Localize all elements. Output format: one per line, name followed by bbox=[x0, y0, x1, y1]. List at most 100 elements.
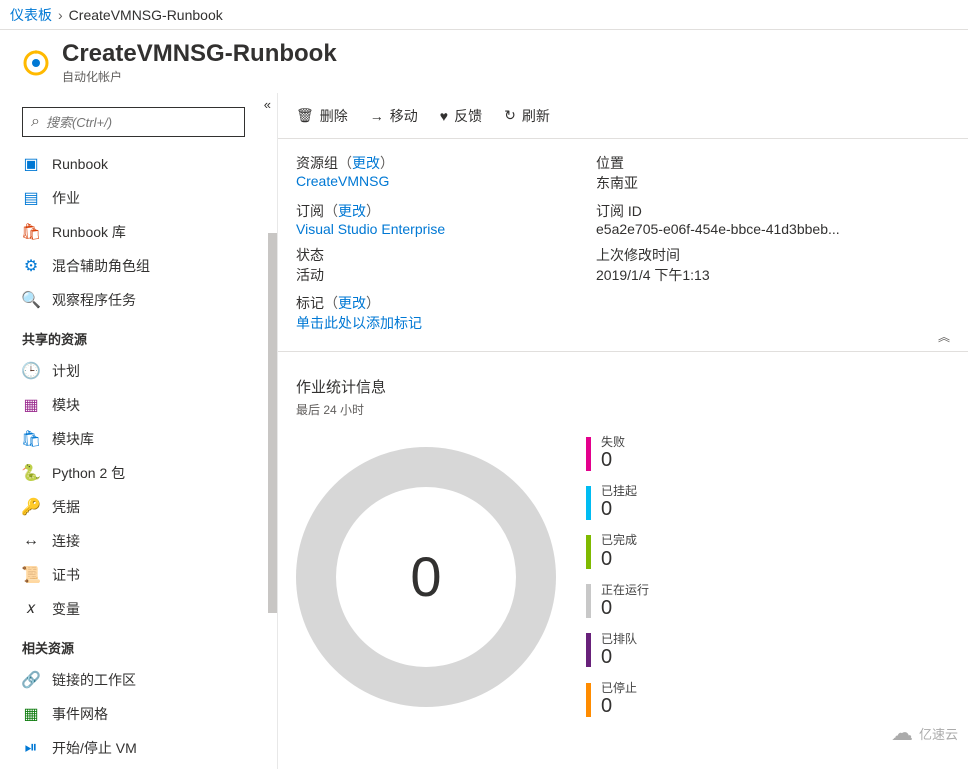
essentials-collapse-button[interactable]: ︽ bbox=[938, 328, 950, 345]
sidebar-item-label: 模块库 bbox=[52, 429, 94, 449]
page-header: CreateVMNSG-Runbook 自动化帐户 bbox=[0, 30, 968, 93]
sidebar-item-modules-gallery[interactable]: 🛍 模块库 bbox=[0, 422, 277, 456]
cloud-icon: ☁ bbox=[891, 720, 913, 746]
location-value: 东南亚 bbox=[596, 173, 950, 193]
sidebar-item-modules[interactable]: ▦模块 bbox=[0, 388, 277, 422]
legend-item[interactable]: 已完成0 bbox=[586, 534, 649, 569]
breadcrumb-root[interactable]: 仪表板 bbox=[10, 5, 52, 25]
legend-item[interactable]: 已排队0 bbox=[586, 633, 649, 668]
resource-group-value[interactable]: CreateVMNSG bbox=[296, 173, 389, 189]
modules-gallery-icon: 🛍 bbox=[22, 430, 40, 448]
refresh-button[interactable]: ↻刷新 bbox=[504, 106, 550, 126]
jobs-icon: ▤ bbox=[22, 189, 40, 207]
feedback-button[interactable]: ♥反馈 bbox=[440, 106, 482, 126]
legend-value: 0 bbox=[601, 548, 637, 570]
stats-subtitle: 最后 24 小时 bbox=[296, 401, 950, 418]
essentials-panel: 资源组（更改） CreateVMNSG 位置 东南亚 订阅（更改） Visual… bbox=[278, 139, 968, 352]
add-tags-link[interactable]: 单击此处以添加标记 bbox=[296, 315, 422, 331]
legend-color-bar bbox=[586, 535, 591, 569]
sidebar-section-shared: 共享的资源 bbox=[0, 317, 277, 354]
sidebar-item-variables[interactable]: 𝑥变量 bbox=[0, 592, 277, 626]
legend-value: 0 bbox=[601, 449, 625, 471]
subscription-value[interactable]: Visual Studio Enterprise bbox=[296, 221, 445, 237]
legend-label: 已停止 bbox=[601, 682, 637, 695]
legend-color-bar bbox=[586, 683, 591, 717]
sidebar-item-label: Python 2 包 bbox=[52, 463, 125, 483]
subscription-label: 订阅 bbox=[296, 203, 324, 219]
sidebar-item-label: 凭据 bbox=[52, 497, 80, 517]
sidebar-item-label: 链接的工作区 bbox=[52, 670, 136, 690]
last-modified-value: 2019/1/4 下午1:13 bbox=[596, 265, 950, 285]
breadcrumb-current: CreateVMNSG-Runbook bbox=[69, 7, 223, 23]
startstop-vm-icon: ⏯ bbox=[22, 739, 40, 757]
donut-total: 0 bbox=[336, 487, 516, 667]
hybrid-worker-icon: ⚙ bbox=[22, 257, 40, 275]
toolbar: 🗑删除 →移动 ♥反馈 ↻刷新 bbox=[278, 93, 968, 139]
breadcrumb: 仪表板 › CreateVMNSG-Runbook bbox=[0, 0, 968, 30]
sidebar-item-label: 证书 bbox=[52, 565, 80, 585]
sidebar-collapse-button[interactable]: « bbox=[264, 97, 271, 112]
refresh-icon: ↻ bbox=[504, 107, 516, 124]
legend-item[interactable]: 正在运行0 bbox=[586, 584, 649, 619]
legend-color-bar bbox=[586, 584, 591, 618]
subscription-id-value: e5a2e705-e06f-454e-bbce-41d3bbeb... bbox=[596, 221, 950, 237]
status-label: 状态 bbox=[296, 245, 596, 265]
connections-icon: ↔ bbox=[22, 532, 40, 550]
automation-account-icon bbox=[20, 47, 52, 79]
legend-item[interactable]: 失败0 bbox=[586, 436, 649, 471]
sidebar-item-schedule[interactable]: 🕒计划 bbox=[0, 354, 277, 388]
sidebar-item-hybrid-worker[interactable]: ⚙ 混合辅助角色组 bbox=[0, 249, 277, 283]
sidebar-item-runbook[interactable]: ▣ Runbook bbox=[0, 147, 277, 181]
sidebar-scrollbar[interactable] bbox=[268, 233, 277, 613]
legend-label: 已排队 bbox=[601, 633, 637, 646]
donut-chart: 0 bbox=[296, 447, 556, 707]
change-tags-link[interactable]: 更改 bbox=[338, 295, 366, 311]
location-label: 位置 bbox=[596, 153, 950, 173]
sidebar-section-related: 相关资源 bbox=[0, 626, 277, 663]
runbook-gallery-icon: 🛍 bbox=[22, 223, 40, 241]
sidebar-item-label: Runbook bbox=[52, 156, 108, 172]
sidebar-item-watcher[interactable]: 🔍 观察程序任务 bbox=[0, 283, 277, 317]
sidebar-item-label: 变量 bbox=[52, 599, 80, 619]
search-icon: ⌕ bbox=[31, 113, 40, 131]
certificates-icon: 📜 bbox=[22, 566, 40, 584]
sidebar-item-connections[interactable]: ↔ 连接 bbox=[0, 524, 277, 558]
sidebar-item-credentials[interactable]: 🔑凭据 bbox=[0, 490, 277, 524]
sidebar-item-runbook-gallery[interactable]: 🛍Runbook 库 bbox=[0, 215, 277, 249]
sidebar-item-label: 作业 bbox=[52, 188, 80, 208]
sidebar: « ⌕ ▣ Runbook ▤ 作业 🛍Runbook 库 ⚙ 混合辅助角色组 🔍 观察程序任务… bbox=[0, 93, 278, 769]
sidebar-item-label: 连接 bbox=[52, 531, 80, 551]
sidebar-item-python[interactable]: 🐍 Python 2 包 bbox=[0, 456, 277, 490]
python-icon: 🐍 bbox=[22, 464, 40, 482]
stats-title: 作业统计信息 bbox=[296, 376, 950, 397]
sidebar-item-event-grid[interactable]: ▦事件网格 bbox=[0, 697, 277, 731]
legend-value: 0 bbox=[601, 498, 637, 520]
change-resource-group-link[interactable]: 更改 bbox=[352, 155, 380, 171]
sidebar-item-startstop-vm[interactable]: ⏯开始/停止 VM bbox=[0, 731, 277, 765]
legend-item[interactable]: 已停止0 bbox=[586, 682, 649, 717]
last-modified-label: 上次修改时间 bbox=[596, 245, 950, 265]
tags-label: 标记 bbox=[296, 295, 324, 311]
sidebar-item-label: 事件网格 bbox=[52, 704, 108, 724]
sidebar-item-label: 混合辅助角色组 bbox=[52, 256, 150, 276]
move-button[interactable]: →移动 bbox=[370, 106, 418, 126]
sidebar-item-jobs[interactable]: ▤ 作业 bbox=[0, 181, 277, 215]
legend-label: 正在运行 bbox=[601, 584, 649, 597]
legend-color-bar bbox=[586, 486, 591, 520]
sidebar-item-linked-workspace[interactable]: 🔗 链接的工作区 bbox=[0, 663, 277, 697]
legend-item[interactable]: 已挂起0 bbox=[586, 485, 649, 520]
job-statistics-section: 作业统计信息 最后 24 小时 0 失败0已挂起0已完成0正在运行0已排队0已停… bbox=[278, 352, 968, 741]
subscription-id-label: 订阅 ID bbox=[596, 201, 950, 221]
delete-button[interactable]: 🗑删除 bbox=[296, 106, 348, 126]
legend-value: 0 bbox=[601, 646, 637, 668]
legend: 失败0已挂起0已完成0正在运行0已排队0已停止0 bbox=[586, 436, 649, 717]
linked-workspace-icon: 🔗 bbox=[22, 671, 40, 689]
search-input[interactable] bbox=[46, 115, 236, 130]
watcher-icon: 🔍 bbox=[22, 291, 40, 309]
change-subscription-link[interactable]: 更改 bbox=[338, 203, 366, 219]
sidebar-item-certificates[interactable]: 📜 证书 bbox=[0, 558, 277, 592]
sidebar-item-label: 观察程序任务 bbox=[52, 290, 136, 310]
search-box[interactable]: ⌕ bbox=[22, 107, 245, 137]
runbook-icon: ▣ bbox=[22, 155, 40, 173]
legend-label: 失败 bbox=[601, 436, 625, 449]
